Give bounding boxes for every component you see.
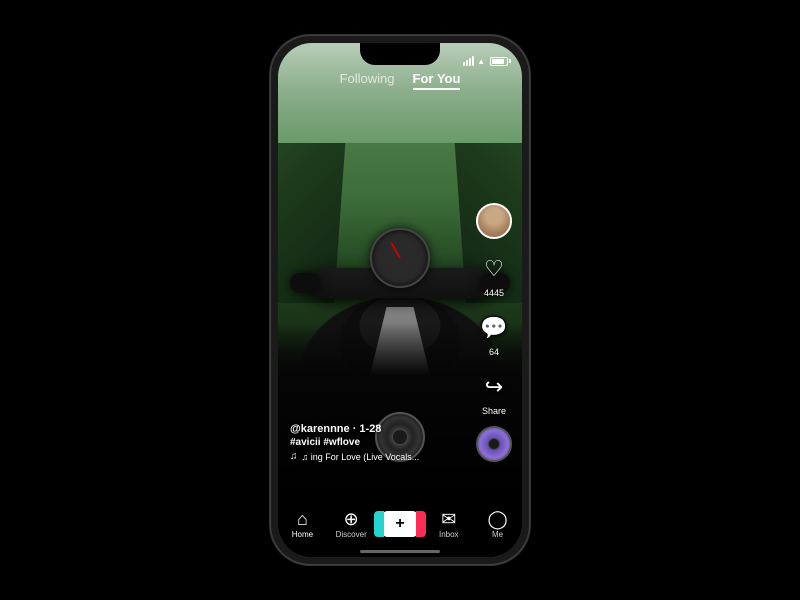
notch: [360, 43, 440, 65]
comment-icon: 💬: [476, 310, 512, 346]
nav-add[interactable]: +: [380, 511, 420, 537]
comment-button[interactable]: 💬 64: [476, 310, 512, 357]
avatar-button[interactable]: [476, 203, 512, 239]
share-button[interactable]: ↪ Share: [476, 369, 512, 416]
like-count: 4445: [484, 288, 504, 298]
home-icon: ⌂: [297, 510, 308, 528]
me-label: Me: [492, 530, 503, 539]
right-actions: ♡ 4445 💬 64 ↪ Share: [476, 203, 512, 416]
me-icon: ◯: [488, 510, 508, 528]
phone-screen: ▲ Following For You ♡ 4445 💬 64: [278, 43, 522, 557]
discover-icon: ⊕: [344, 510, 359, 528]
phone-frame: ▲ Following For You ♡ 4445 💬 64: [270, 35, 530, 565]
hashtags: #avicii #wflove: [290, 437, 462, 448]
top-nav: Following For You: [278, 71, 522, 96]
video-info: @karennne · 1-28 #avicii #wflove ♫ ♫ ing…: [290, 423, 462, 462]
nav-home[interactable]: ⌂ Home: [282, 510, 322, 539]
username: @karennne · 1-28: [290, 423, 462, 435]
heart-icon: ♡: [476, 251, 512, 287]
song-title: ♫ ing For Love (Live Vocals...: [302, 452, 420, 462]
music-disc: [476, 426, 512, 462]
music-note-icon: ♫: [290, 451, 298, 462]
like-button[interactable]: ♡ 4445: [476, 251, 512, 298]
bottom-nav: ⌂ Home ⊕ Discover + ✉ Inbox ◯ Me: [278, 499, 522, 557]
speedometer: [370, 228, 430, 288]
share-label: Share: [482, 406, 506, 416]
signal-bars: [463, 56, 474, 66]
wifi-icon: ▲: [477, 57, 485, 66]
status-icons: ▲: [463, 56, 508, 66]
avatar-face: [478, 205, 510, 237]
add-button[interactable]: +: [380, 511, 420, 537]
following-tab[interactable]: Following: [340, 71, 395, 90]
nav-inbox[interactable]: ✉ Inbox: [429, 510, 469, 539]
comment-count: 64: [489, 347, 499, 357]
home-indicator: [360, 550, 440, 553]
song-info: ♫ ♫ ing For Love (Live Vocals...: [290, 451, 462, 462]
plus-symbol: +: [395, 515, 404, 533]
share-icon: ↪: [476, 369, 512, 405]
for-you-tab[interactable]: For You: [413, 71, 461, 90]
inbox-icon: ✉: [441, 510, 456, 528]
nav-discover[interactable]: ⊕ Discover: [331, 510, 371, 539]
nav-me[interactable]: ◯ Me: [478, 510, 518, 539]
battery-icon: [490, 57, 508, 66]
discover-label: Discover: [336, 530, 367, 539]
inbox-label: Inbox: [439, 530, 459, 539]
home-label: Home: [292, 530, 313, 539]
